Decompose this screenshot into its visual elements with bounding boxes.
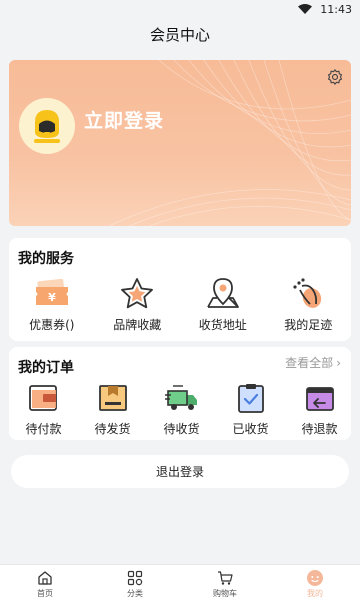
cart-icon — [218, 571, 233, 585]
order-item-pending-payment[interactable]: 待付款 — [9, 380, 78, 437]
order-label: 待付款 — [25, 422, 62, 436]
order-label: 待发货 — [94, 422, 131, 436]
view-all-label: 查看全部 — [285, 356, 334, 370]
star-icon — [121, 278, 154, 309]
order-label: 待收货 — [163, 422, 200, 436]
service-item-brand-favorites[interactable]: 品牌收藏 — [97, 274, 177, 333]
service-item-coupon[interactable]: ¥ 优惠券() — [12, 274, 92, 333]
profile-card: 立即登录 — [9, 60, 351, 226]
bottom-tab-bar: 首页 分类 购物车 我的 — [0, 564, 360, 600]
service-item-footprint[interactable]: 我的足迹 — [268, 274, 348, 333]
user-avatar-icon — [34, 110, 60, 143]
status-bar: 11:43 — [0, 0, 360, 18]
header: 会员中心 — [0, 18, 360, 50]
wallet-icon — [28, 385, 57, 411]
tab-label: 分类 — [127, 589, 143, 598]
refund-icon — [305, 387, 334, 411]
tab-home[interactable]: 首页 — [0, 565, 90, 600]
tab-label: 我的 — [307, 589, 323, 598]
service-label: 我的足迹 — [284, 318, 333, 332]
gear-icon[interactable] — [326, 68, 344, 86]
order-label: 待退款 — [301, 422, 338, 436]
service-label: 收货地址 — [198, 318, 247, 332]
tab-cart[interactable]: 购物车 — [180, 565, 270, 600]
footprint-icon — [293, 278, 322, 308]
tab-label: 购物车 — [213, 589, 237, 598]
category-icon — [127, 570, 143, 586]
home-icon — [38, 571, 52, 585]
tab-profile[interactable]: 我的 — [270, 565, 360, 600]
service-label: 品牌收藏 — [113, 318, 162, 332]
svg-text:¥: ¥ — [48, 291, 56, 304]
coupon-icon: ¥ — [35, 278, 68, 305]
package-icon — [98, 385, 127, 411]
order-item-pending-refund[interactable]: 待退款 — [285, 380, 351, 437]
tab-category[interactable]: 分类 — [90, 565, 180, 600]
avatar[interactable] — [19, 98, 75, 154]
orders-title: 我的订单 — [18, 360, 74, 376]
profile-face-icon — [307, 570, 323, 586]
clipboard-check-icon — [237, 384, 264, 413]
service-label: 优惠券() — [29, 318, 75, 332]
truck-icon — [164, 385, 197, 410]
service-item-address[interactable]: 收货地址 — [183, 274, 263, 333]
services-card: 我的服务 ¥ 优惠券() 品牌收藏 收货地址 我的足迹 — [9, 238, 351, 341]
order-label: 已收货 — [232, 422, 269, 436]
orders-card: 我的订单 查看全部 › 待付款 待发货 待收货 已收货 待退款 — [9, 347, 351, 440]
wifi-icon — [298, 4, 313, 14]
order-item-pending-receipt[interactable]: 待收货 — [147, 380, 216, 437]
page-title: 会员中心 — [149, 25, 210, 44]
view-all-orders-link[interactable]: 查看全部 › — [285, 354, 341, 371]
order-item-received[interactable]: 已收货 — [216, 380, 285, 437]
login-button[interactable]: 立即登录 — [84, 106, 164, 133]
order-item-pending-shipment[interactable]: 待发货 — [78, 380, 147, 437]
logout-button[interactable]: 退出登录 — [11, 455, 349, 488]
tab-label: 首页 — [37, 589, 53, 598]
chevron-right-icon: › — [336, 355, 341, 370]
services-title: 我的服务 — [18, 251, 74, 267]
status-time: 11:43 — [320, 2, 352, 16]
location-icon — [206, 278, 239, 308]
